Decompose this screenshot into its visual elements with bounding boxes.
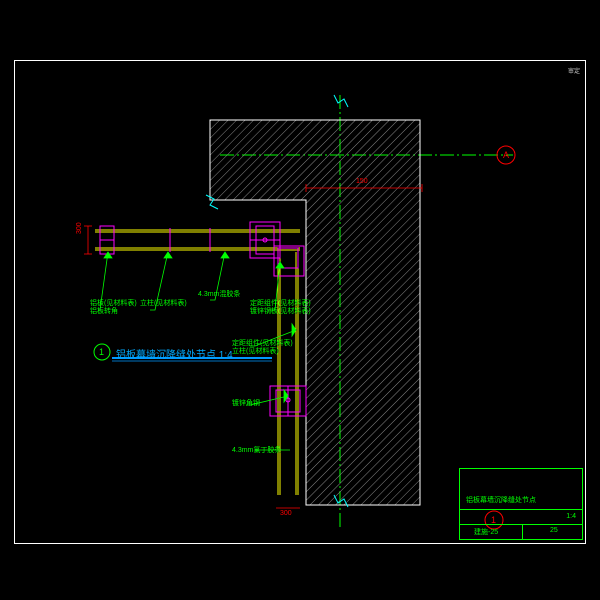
- anno-4b: 镀锌钢板(见材料表): [250, 306, 311, 316]
- anno-7: 4.3mm氯丁胶条: [232, 445, 281, 455]
- connectors: [100, 222, 306, 416]
- tb-title: 铝板幕墙沉降缝处节点: [466, 495, 536, 505]
- anno-5b: 立柱(见材料表): [232, 346, 279, 356]
- cad-viewport: 审定: [0, 0, 600, 600]
- axis-label-a: A: [503, 150, 509, 160]
- tb-scale: 1:4: [566, 513, 576, 520]
- detail-number: 1: [99, 347, 104, 357]
- anno-2: 立柱(见材料表): [140, 298, 187, 308]
- tb-sheet-b: 25: [550, 527, 558, 534]
- dim-vert: 300: [76, 222, 83, 234]
- panel-outline: [95, 230, 300, 495]
- anno-3: 4.3mm混胶条: [198, 289, 240, 299]
- titleblock: 铝板幕墙沉降缝处节点 1:4 建施-25 25: [459, 468, 583, 540]
- anno-6: 镀锌角钢: [232, 398, 260, 408]
- tb-sheet-a: 建施-25: [474, 527, 498, 537]
- anno-1b: 铝板转角: [90, 306, 118, 316]
- detail-title: 铝板幕墙沉降缝处节点 1:4: [116, 346, 233, 361]
- dim-bot: 300: [280, 510, 292, 517]
- dim-top: 150: [356, 178, 368, 185]
